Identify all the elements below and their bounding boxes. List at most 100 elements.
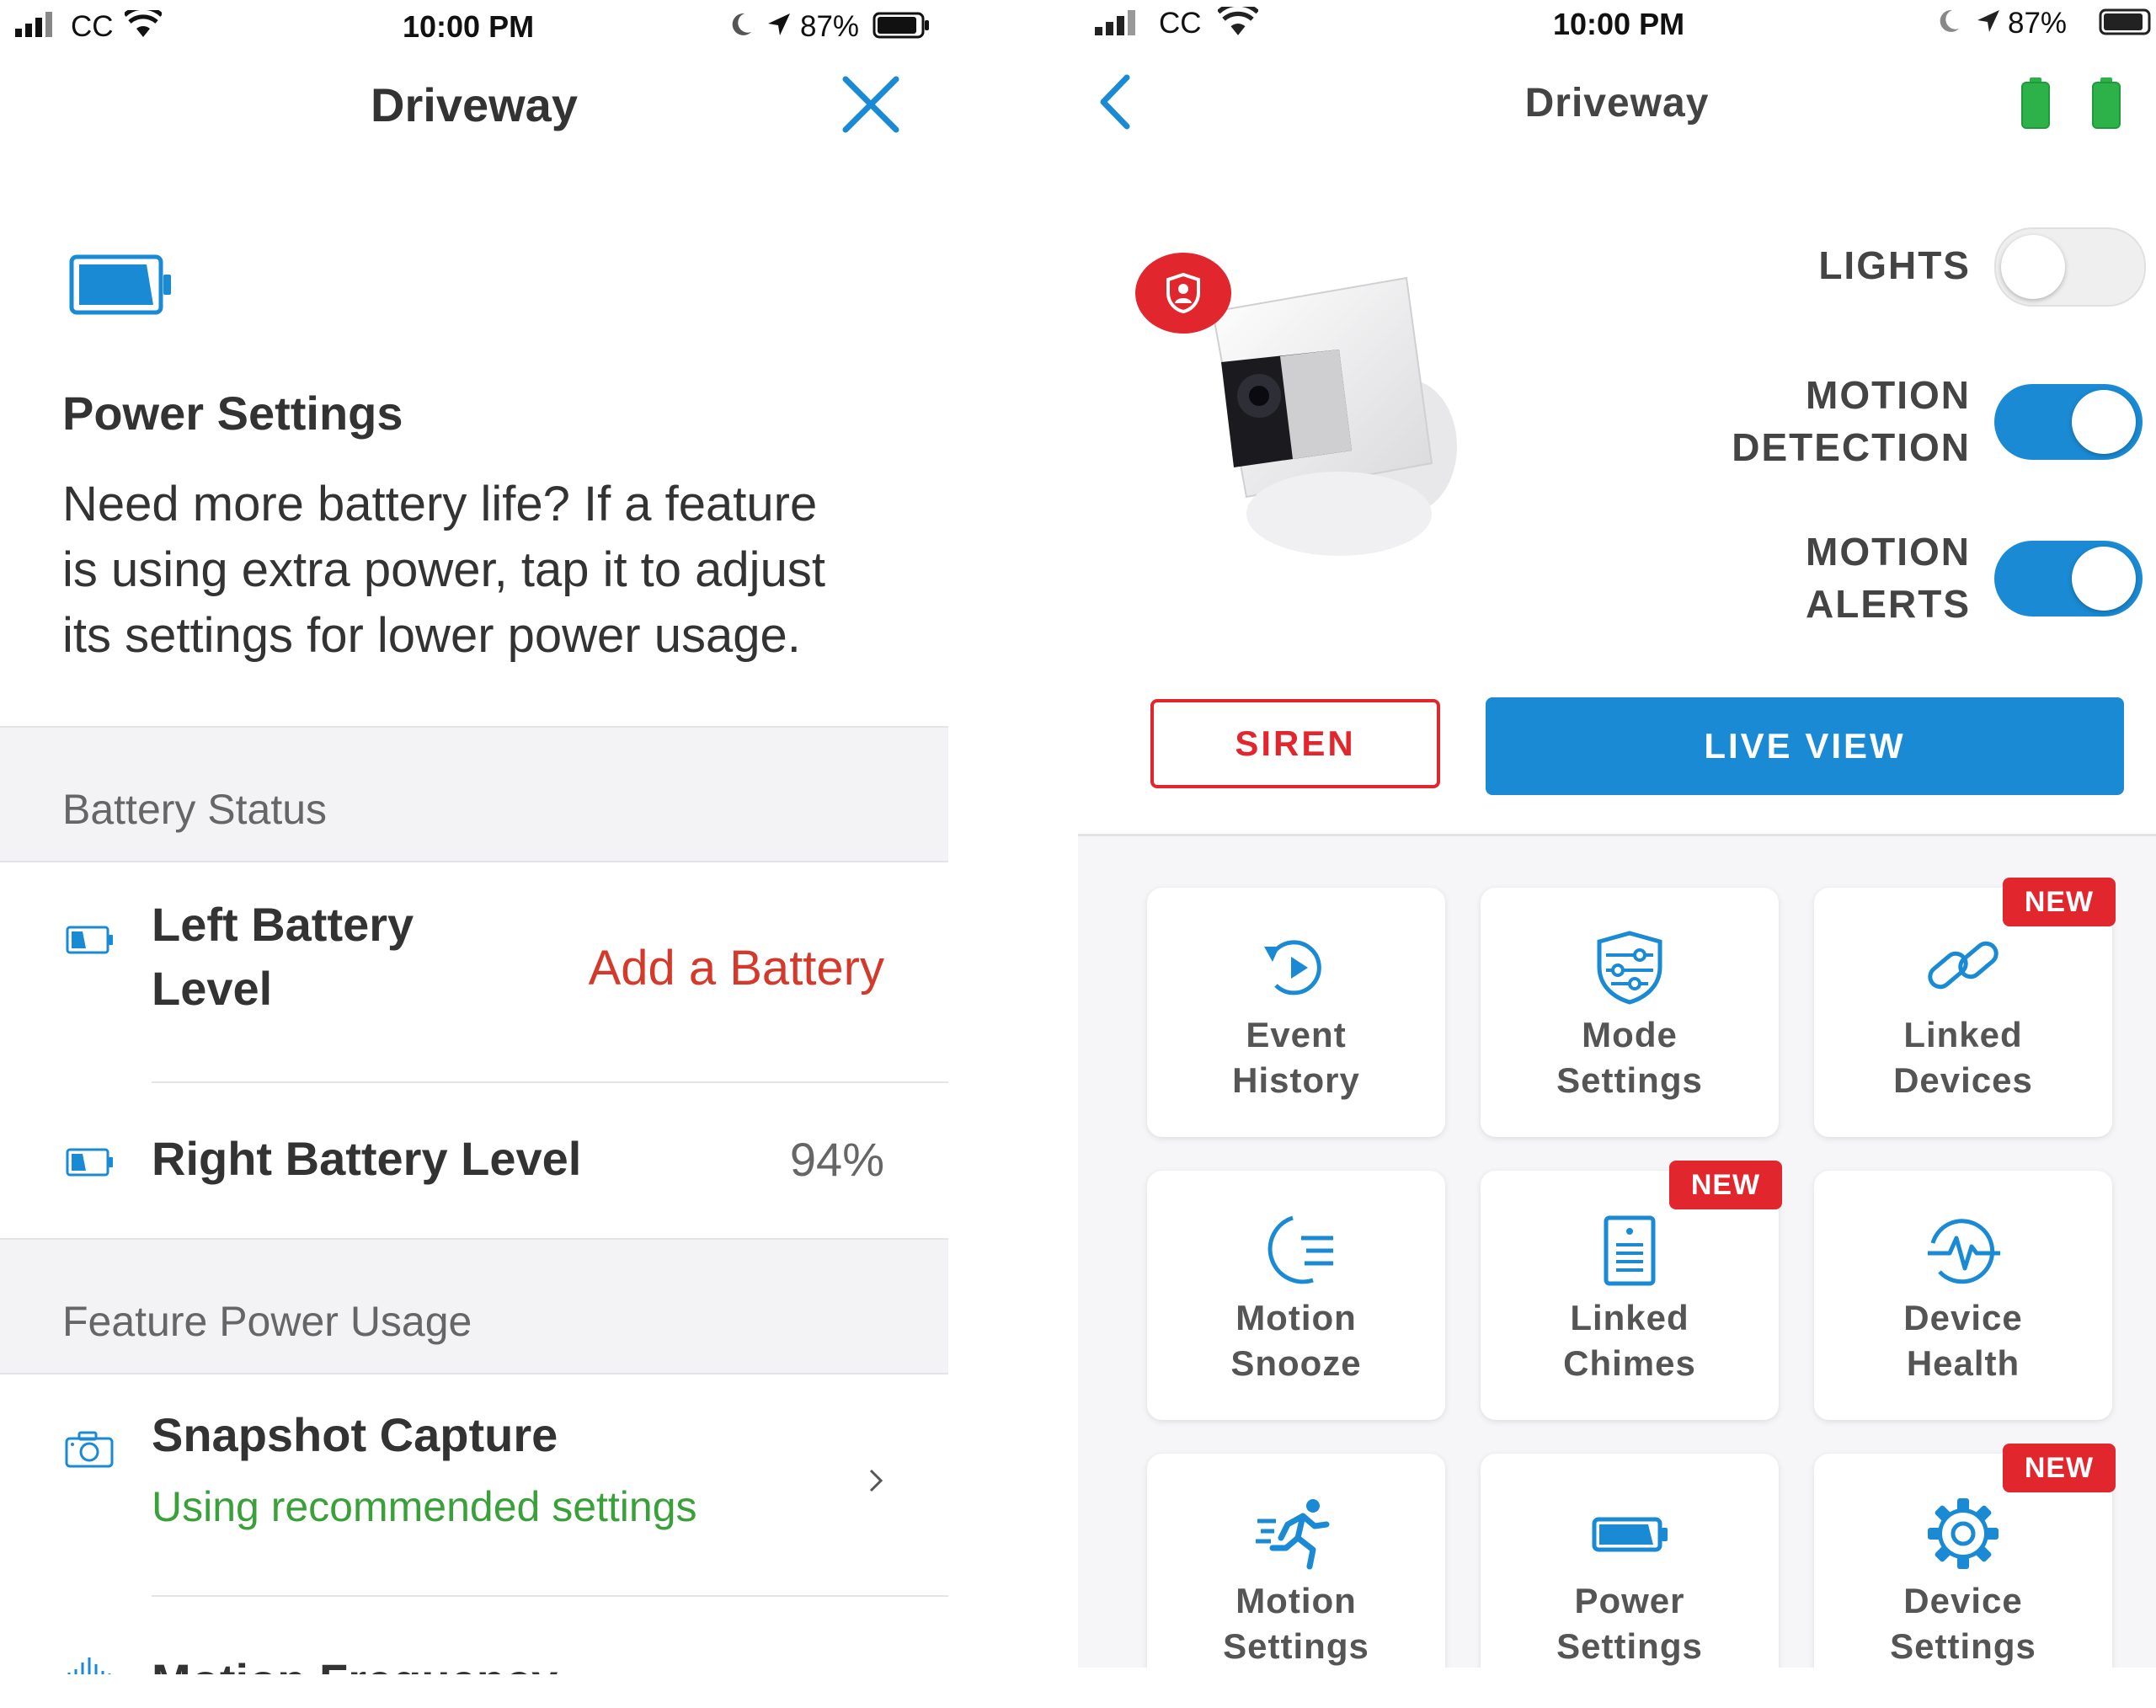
intro-line: is using extra power, tap it to adjust: [62, 542, 825, 597]
tile-label-line: Event: [1246, 1015, 1347, 1054]
tile-label-line: Settings: [1556, 1060, 1703, 1100]
location-arrow-icon: [1977, 10, 1999, 32]
siren-button[interactable]: SIREN: [1150, 699, 1440, 788]
camera-icon: [65, 1431, 114, 1468]
mode-settings-icon: [1481, 930, 1779, 1006]
add-battery-link[interactable]: Add a Battery: [589, 940, 884, 996]
right-battery-row: Right Battery Level 94%: [0, 1085, 948, 1238]
status-time: 10:00 PM: [403, 9, 535, 44]
running-person-icon: [1147, 1496, 1445, 1572]
tile-label-line: Linked: [1903, 1015, 2023, 1054]
battery-percent: 87%: [800, 10, 860, 43]
tile-label-line: Settings: [1223, 1626, 1369, 1666]
intro-line: its settings for lower power usage.: [62, 608, 801, 663]
modes-shield-badge[interactable]: [1135, 253, 1231, 334]
label-line: MOTION: [1806, 373, 1971, 417]
page-title: Driveway: [1524, 81, 1710, 125]
motion-alerts-toggle[interactable]: [1994, 541, 2143, 616]
label-line: MOTION: [1806, 530, 1971, 574]
status-battery-icon: [873, 12, 929, 39]
moon-icon: [1940, 9, 1959, 32]
label-line: DETECTION: [1732, 425, 1971, 469]
tile-label: Mode Settings: [1481, 1012, 1779, 1103]
battery-percent: 87%: [2008, 7, 2068, 40]
close-icon[interactable]: [841, 74, 901, 135]
new-badge: NEW: [2003, 1444, 2116, 1492]
device-dashboard-screen: CC 10:00 PM 87% Driveway LIGHTS MOTION D…: [1078, 0, 2156, 1668]
tile-motion-snooze[interactable]: Motion Snooze: [1147, 1171, 1445, 1420]
event-history-icon: [1147, 930, 1445, 1006]
small-battery-icon: [66, 926, 113, 954]
signal-icon: [15, 12, 52, 37]
tile-label: Linked Devices: [1814, 1012, 2112, 1103]
status-time: 10:00 PM: [1553, 7, 1685, 41]
tile-mode-settings[interactable]: Mode Settings: [1481, 888, 1779, 1137]
feature-power-header: Feature Power Usage: [0, 1238, 948, 1374]
left-battery-label: Left Battery Level: [152, 893, 414, 1021]
link-icon: [1814, 930, 2112, 1006]
tile-power-settings[interactable]: Power Settings: [1481, 1454, 1779, 1668]
left-battery-row: Left Battery Level Add a Battery: [0, 862, 948, 1081]
tile-label-line: Power: [1574, 1581, 1685, 1620]
gear-icon: [1814, 1496, 2112, 1572]
tile-label-line: Motion: [1235, 1581, 1357, 1620]
right-battery-level-icon[interactable]: [2090, 76, 2122, 130]
shield-person-icon: [1166, 273, 1200, 313]
motion-detection-label: MOTION DETECTION: [1732, 369, 1971, 473]
live-view-button[interactable]: LIVE VIEW: [1486, 697, 2124, 795]
new-badge: NEW: [2003, 878, 2116, 926]
right-battery-label: Right Battery Level: [152, 1132, 582, 1185]
intro-text: Need more battery life? If a feature is …: [62, 472, 825, 669]
location-arrow-icon: [768, 13, 790, 35]
tile-motion-settings[interactable]: Motion Settings: [1147, 1454, 1445, 1668]
tile-label-line: History: [1232, 1060, 1360, 1100]
carrier-label: CC: [1159, 7, 1202, 40]
tile-label-line: Mode: [1582, 1015, 1678, 1054]
chime-icon: [1481, 1213, 1779, 1289]
tile-label-line: Device: [1903, 1581, 2023, 1620]
tile-device-health[interactable]: Device Health: [1814, 1171, 2112, 1420]
power-settings-screen: CC 10:00 PM 87% Driveway Power Settings: [0, 0, 948, 1708]
new-badge: NEW: [1669, 1161, 1782, 1209]
label-line: ALERTS: [1806, 582, 1971, 626]
toggle-knob: [2072, 390, 2136, 454]
wifi-icon: [1218, 7, 1258, 35]
bottom-cutoff: [0, 1674, 948, 1708]
row-divider: [152, 1081, 948, 1083]
section-title: Feature Power Usage: [62, 1298, 472, 1345]
small-battery-icon: [66, 1148, 113, 1177]
toggle-knob: [2001, 235, 2065, 299]
tile-label: Motion Snooze: [1147, 1295, 1445, 1386]
section-title: Battery Status: [62, 786, 328, 833]
tile-label-line: Settings: [1556, 1626, 1703, 1666]
tile-label-line: Devices: [1893, 1060, 2033, 1100]
tile-label: Device Settings: [1814, 1578, 2112, 1668]
status-bar: CC 10:00 PM 87%: [1078, 0, 2156, 51]
tile-event-history[interactable]: Event History: [1147, 888, 1445, 1137]
toggle-knob: [2072, 547, 2136, 611]
signal-icon: [1095, 10, 1135, 35]
motion-detection-toggle[interactable]: [1994, 384, 2143, 460]
label-line: Level: [152, 962, 273, 1015]
chevron-right-icon: [869, 1469, 883, 1492]
left-battery-level-icon[interactable]: [2020, 76, 2052, 130]
tile-label-line: Motion: [1235, 1298, 1357, 1337]
tile-label-line: Health: [1906, 1343, 2020, 1383]
tile-label: Device Health: [1814, 1295, 2112, 1386]
snapshot-capture-row[interactable]: Snapshot Capture Using recommended setti…: [0, 1374, 948, 1595]
wifi-icon: [125, 10, 162, 37]
battery-status-header: Battery Status: [0, 726, 948, 862]
intro-line: Need more battery life? If a feature: [62, 477, 818, 531]
tile-label: Linked Chimes: [1481, 1295, 1779, 1386]
power-settings-heading: Power Settings: [62, 387, 403, 440]
tile-label-line: Linked: [1570, 1298, 1689, 1337]
tile-label: Power Settings: [1481, 1578, 1779, 1668]
tile-label-line: Device: [1903, 1298, 2023, 1337]
tile-label-line: Chimes: [1563, 1343, 1696, 1383]
page-title: Driveway: [371, 78, 578, 131]
camera-device-image: [1135, 244, 1508, 564]
lights-toggle[interactable]: [1994, 227, 2146, 307]
snapshot-subtitle: Using recommended settings: [152, 1483, 697, 1530]
live-view-label: LIVE VIEW: [1704, 726, 1906, 766]
tile-label: Motion Settings: [1147, 1578, 1445, 1668]
